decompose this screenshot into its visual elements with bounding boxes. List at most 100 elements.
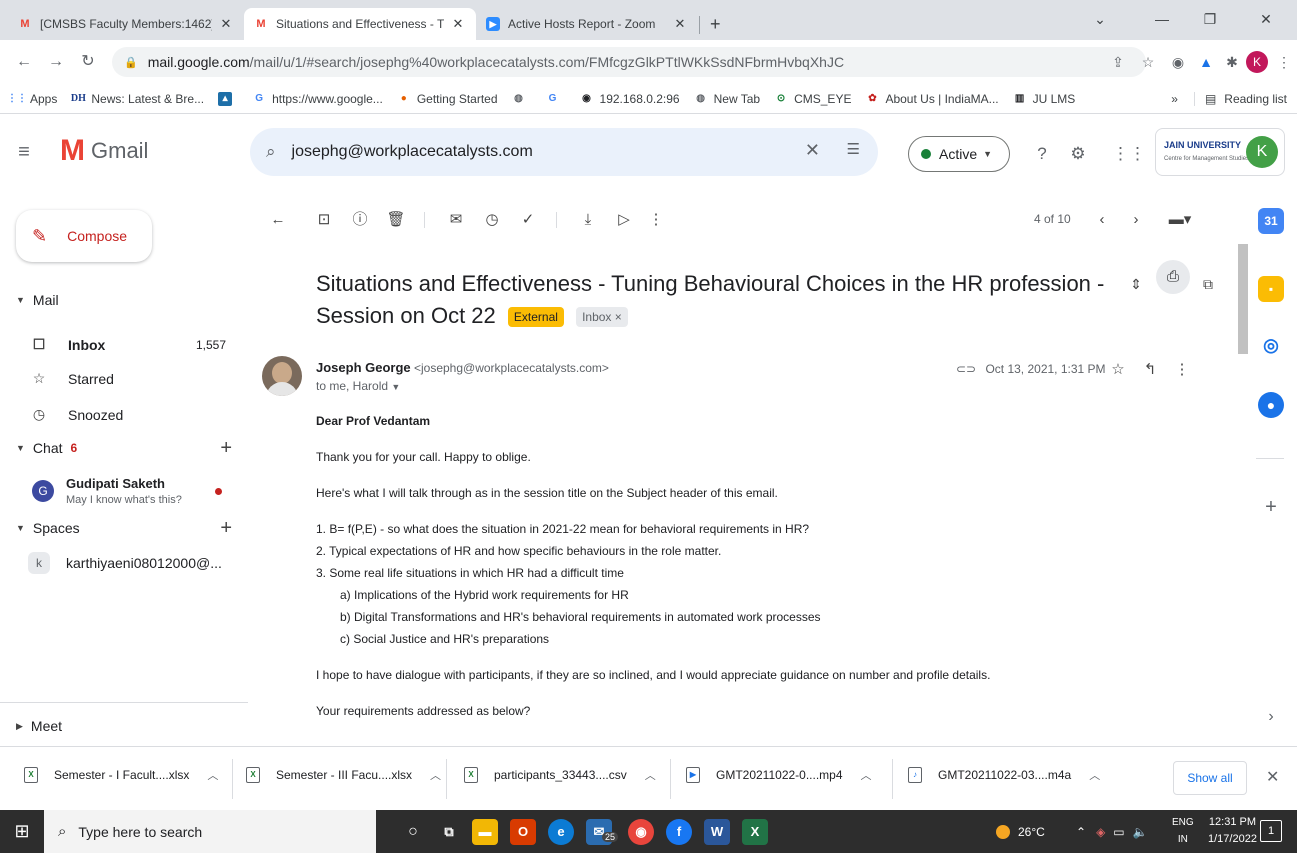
mark-unread-icon[interactable]: ✉ bbox=[444, 208, 468, 232]
back-icon[interactable]: ← bbox=[12, 50, 36, 74]
space-item[interactable]: k karthiyaeni08012000@... bbox=[28, 552, 238, 574]
close-tab-icon[interactable]: ✕ bbox=[218, 16, 234, 32]
star-icon[interactable]: ☆ bbox=[1106, 358, 1130, 382]
bookmark-ip-camera[interactable]: ◉ 192.168.0.2:96 bbox=[580, 92, 679, 106]
bookmark-apps[interactable]: ⋮⋮ Apps bbox=[7, 92, 57, 106]
taskbar-search-input[interactable]: ⌕ Type here to search bbox=[44, 810, 376, 853]
network-icon[interactable]: ◈ bbox=[1096, 825, 1105, 839]
download-item[interactable]: X Semester - III Facu....xlsx ︿ bbox=[246, 767, 441, 783]
clear-search-icon[interactable]: ✕ bbox=[805, 140, 820, 161]
browser-tab-cmsbs[interactable]: M [CMSBS Faculty Members:1462] F ✕ bbox=[8, 8, 244, 40]
scrollbar-thumb[interactable] bbox=[1238, 244, 1248, 354]
bookmark-getting-started[interactable]: ● Getting Started bbox=[397, 92, 498, 106]
bookmark-google-search[interactable]: Ghttps://www.google... bbox=[252, 92, 383, 106]
snooze-icon[interactable]: ◷ bbox=[480, 208, 504, 232]
taskbar-clock[interactable]: 12:31 PM 1/17/2022 bbox=[1208, 814, 1257, 848]
search-options-icon[interactable]: ☰ bbox=[847, 140, 860, 158]
reply-icon[interactable]: ↰ bbox=[1138, 358, 1162, 382]
tab-search-icon[interactable]: ⌄ bbox=[1078, 6, 1122, 32]
keep-icon[interactable]: ▪ bbox=[1258, 276, 1284, 302]
download-item[interactable]: X Semester - I Facult....xlsx ︿ bbox=[24, 767, 218, 783]
chevron-up-icon[interactable]: ︿ bbox=[861, 767, 872, 783]
settings-gear-icon[interactable]: ⚙ bbox=[1066, 142, 1090, 166]
add-task-icon[interactable]: ✓ bbox=[516, 208, 540, 232]
older-icon[interactable]: › bbox=[1124, 208, 1148, 232]
reload-icon[interactable]: ↻ bbox=[76, 50, 100, 74]
sidebar-item-inbox[interactable]: ☐ Inbox 1,557 bbox=[30, 336, 230, 353]
bookmark-image[interactable]: ▴ bbox=[218, 91, 238, 106]
close-window-icon[interactable]: ✕ bbox=[1244, 6, 1288, 32]
spaces-section-header[interactable]: ▼ Spaces + bbox=[16, 517, 232, 539]
restore-icon[interactable]: ❐ bbox=[1188, 6, 1232, 32]
help-icon[interactable]: ? bbox=[1030, 142, 1054, 166]
bookmark-google[interactable]: G bbox=[546, 92, 566, 106]
download-item[interactable]: X participants_33443....csv ︿ bbox=[464, 767, 656, 783]
account-chip[interactable]: JAIN UNIVERSITY Centre for Management St… bbox=[1155, 128, 1285, 176]
chevron-up-icon[interactable]: ︿ bbox=[645, 767, 656, 783]
weather-widget[interactable]: 26°C bbox=[996, 810, 1045, 853]
bookmark-ju-lms[interactable]: ▥ JU LMS bbox=[1013, 92, 1075, 106]
inbox-label-chip[interactable]: Inbox × bbox=[576, 307, 628, 328]
close-tab-icon[interactable]: ✕ bbox=[450, 16, 466, 32]
file-explorer-icon[interactable]: ▬ bbox=[472, 819, 498, 845]
bookmark-star-icon[interactable]: ☆ bbox=[1136, 50, 1160, 74]
minimize-icon[interactable]: — bbox=[1140, 6, 1184, 32]
expand-all-icon[interactable]: ⇕ bbox=[1122, 270, 1150, 298]
back-to-search-icon[interactable]: ← bbox=[266, 208, 290, 232]
bookmark-indiamart[interactable]: ✿ About Us | IndiaMA... bbox=[865, 92, 998, 106]
recipients-line[interactable]: to me, Harold ▼ bbox=[316, 379, 400, 393]
show-all-downloads-button[interactable]: Show all bbox=[1173, 761, 1247, 795]
sidebar-item-snoozed[interactable]: ◷ Snoozed bbox=[30, 406, 230, 423]
sender-name[interactable]: Joseph George bbox=[316, 360, 411, 375]
move-to-icon[interactable]: ⤓ bbox=[576, 208, 600, 232]
browser-tab-situations[interactable]: M Situations and Effectiveness - Tun ✕ bbox=[244, 8, 476, 40]
scrollbar[interactable] bbox=[1238, 244, 1248, 746]
calendar-icon[interactable]: 31 bbox=[1258, 208, 1284, 234]
cortana-icon[interactable]: ○ bbox=[400, 819, 426, 845]
compose-button[interactable]: ✎ Compose bbox=[16, 210, 152, 262]
browser-tab-zoom[interactable]: ▶ Active Hosts Report - Zoom ✕ bbox=[476, 8, 698, 40]
bookmark-new-tab[interactable]: ◍ New Tab bbox=[694, 92, 760, 106]
google-drive-icon[interactable]: ▲ bbox=[1194, 50, 1218, 74]
close-tab-icon[interactable]: ✕ bbox=[672, 16, 688, 32]
new-tab-button[interactable]: + bbox=[702, 8, 734, 40]
status-selector[interactable]: Active ▼ bbox=[908, 136, 1010, 172]
main-menu-icon[interactable]: ≡ bbox=[12, 140, 36, 164]
contacts-icon[interactable]: ● bbox=[1258, 392, 1284, 418]
chat-contact-gudipati[interactable]: G Gudipati Saketh May I know what's this… bbox=[28, 472, 238, 506]
url-bar[interactable]: 🔒 mail.google.com/mail/u/1/#search/josep… bbox=[112, 47, 1146, 77]
open-new-window-icon[interactable]: ⧉ bbox=[1194, 270, 1222, 298]
puzzle-extensions-icon[interactable]: ✱ bbox=[1220, 50, 1244, 74]
close-downloads-icon[interactable]: ✕ bbox=[1266, 767, 1279, 787]
battery-icon[interactable]: ▭ bbox=[1113, 825, 1124, 839]
print-all-icon[interactable]: ⎙ bbox=[1156, 260, 1190, 294]
reading-list-button[interactable]: Reading list bbox=[1224, 92, 1287, 106]
sender-avatar[interactable] bbox=[262, 356, 302, 396]
excel-icon[interactable]: X bbox=[742, 819, 768, 845]
office-icon[interactable]: O bbox=[510, 819, 536, 845]
browser-menu-icon[interactable]: ⋮ bbox=[1272, 50, 1296, 74]
bookmarks-overflow-button[interactable]: » bbox=[1171, 92, 1178, 106]
download-item[interactable]: ▶ GMT20211022-0....mp4 ︿ bbox=[686, 767, 872, 783]
input-tools-icon[interactable]: ▬▾ bbox=[1160, 208, 1200, 232]
show-side-panel-chevron-icon[interactable]: › bbox=[1258, 704, 1284, 730]
delete-icon[interactable]: 🗑 bbox=[384, 208, 408, 232]
chat-section-header[interactable]: ▼ Chat 6 + bbox=[16, 437, 232, 459]
account-avatar[interactable]: K bbox=[1246, 136, 1278, 168]
report-spam-icon[interactable]: ⓘ bbox=[348, 208, 372, 232]
chevron-up-icon[interactable]: ︿ bbox=[1089, 767, 1100, 783]
profile-avatar[interactable]: K bbox=[1246, 51, 1268, 73]
get-addons-plus-icon[interactable]: + bbox=[1258, 494, 1284, 520]
tray-overflow-icon[interactable]: ⌃ bbox=[1076, 825, 1086, 839]
edge-icon[interactable]: e bbox=[548, 819, 574, 845]
bookmark-globe[interactable]: ◍ bbox=[512, 92, 532, 106]
word-icon[interactable]: W bbox=[704, 819, 730, 845]
new-space-plus-icon[interactable]: + bbox=[220, 517, 232, 540]
bookmark-dh-news[interactable]: DH News: Latest & Bre... bbox=[71, 92, 204, 106]
forward-icon[interactable]: → bbox=[44, 50, 68, 74]
chevron-up-icon[interactable]: ︿ bbox=[207, 767, 218, 783]
more-options-icon[interactable]: ⋮ bbox=[644, 208, 668, 232]
share-icon[interactable]: ⇪ bbox=[1106, 50, 1130, 74]
mail-section-header[interactable]: ▼ Mail bbox=[16, 292, 232, 308]
google-apps-icon[interactable]: ⋮⋮ bbox=[1112, 142, 1146, 166]
